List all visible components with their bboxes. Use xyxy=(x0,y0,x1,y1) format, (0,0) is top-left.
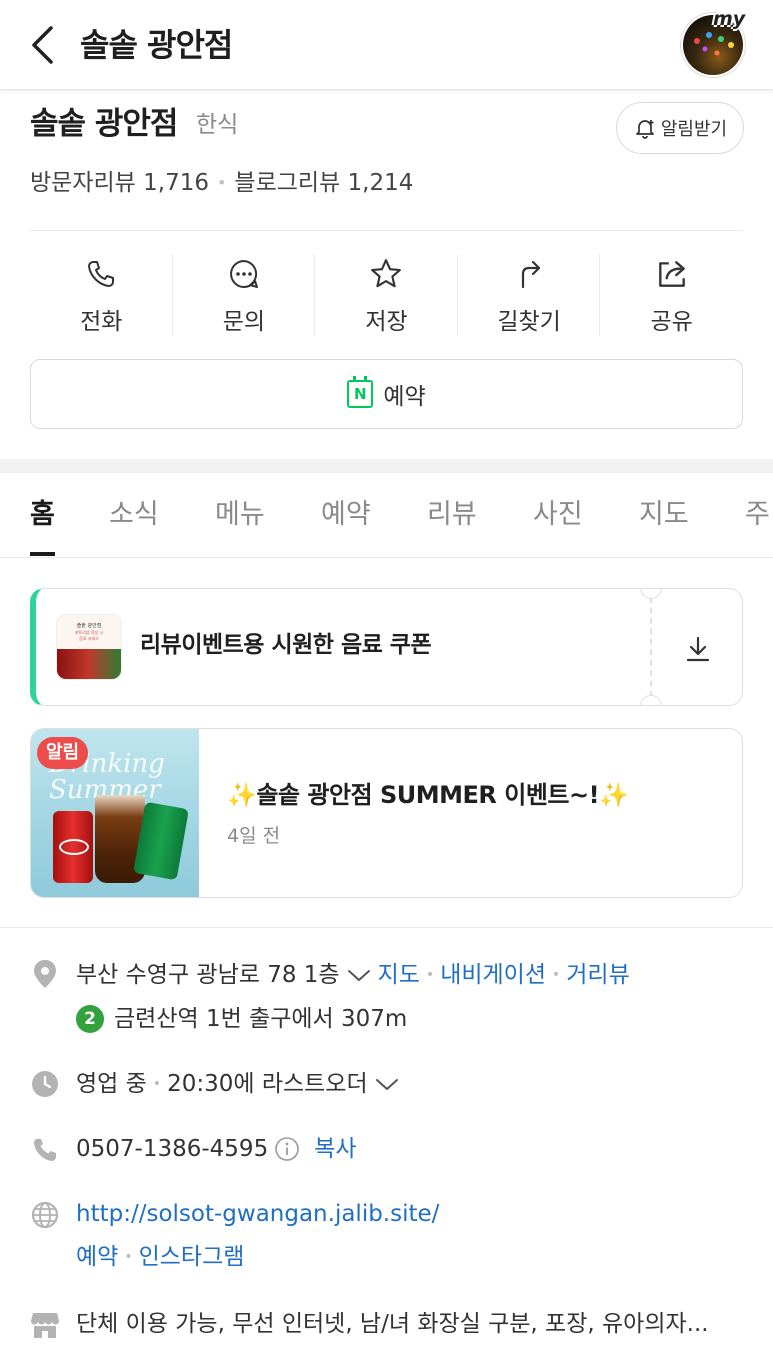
divider xyxy=(0,927,773,928)
section-separator xyxy=(0,459,773,473)
separator-dot: • xyxy=(216,173,227,192)
subway-text: 금련산역 1번 출구에서 307m xyxy=(114,1006,408,1032)
blog-review-link[interactable]: 블로그리뷰 1,214 xyxy=(234,166,413,200)
news-title: ✨솔솥 광안점 SUMMER 이벤트~!✨ xyxy=(227,781,629,809)
directions-icon xyxy=(509,254,549,294)
coupon-notch xyxy=(640,589,662,599)
news-time: 4일 전 xyxy=(227,825,281,847)
info-circle-icon[interactable] xyxy=(274,1136,300,1162)
location-pin-icon xyxy=(30,959,60,989)
directions-button[interactable]: 길찾기 xyxy=(458,248,601,340)
notice-badge: 알림 xyxy=(37,737,89,769)
inquiry-button[interactable]: 문의 xyxy=(173,248,316,340)
bell-plus-icon xyxy=(636,120,654,139)
chevron-down-icon[interactable] xyxy=(346,965,372,985)
hours-row[interactable]: 영업 중 • 20:30에 라스트오더 xyxy=(76,1066,400,1102)
active-tab-indicator xyxy=(30,552,55,556)
phone-icon xyxy=(81,254,121,294)
reservation-label: 예약 xyxy=(383,384,426,410)
store-icon xyxy=(30,1310,60,1340)
address-text: 부산 수영구 광남로 78 1층 xyxy=(76,962,340,988)
tab-reservation[interactable]: 예약 xyxy=(321,497,371,533)
alarm-button[interactable]: 알림받기 xyxy=(616,102,744,154)
globe-icon xyxy=(30,1200,60,1230)
share-icon xyxy=(652,254,692,294)
cola-can-illustration xyxy=(53,811,93,883)
coupon-notch xyxy=(640,695,662,705)
copy-phone-button[interactable]: 복사 xyxy=(314,1131,356,1167)
news-image: Drinking Summer 알림 xyxy=(31,729,199,897)
phone-row: 0507-1386-4595 복사 xyxy=(76,1131,357,1167)
coupon-download-button[interactable] xyxy=(676,627,720,671)
tab-news[interactable]: 소식 xyxy=(109,497,159,533)
tab-map[interactable]: 지도 xyxy=(639,497,689,533)
subway-row: 2 금련산역 1번 출구에서 307m xyxy=(76,1001,407,1037)
tab-menu[interactable]: 메뉴 xyxy=(215,497,265,533)
news-card[interactable]: Drinking Summer 알림 ✨솔솥 광안점 SUMMER 이벤트~!✨… xyxy=(30,728,743,898)
call-button[interactable]: 전화 xyxy=(30,248,173,340)
share-button[interactable]: 공유 xyxy=(600,248,743,340)
download-icon xyxy=(686,636,710,662)
place-name: 솔솥 광안점 xyxy=(30,106,178,142)
coupon-divider xyxy=(650,597,652,697)
star-icon xyxy=(366,254,406,294)
place-category: 한식 xyxy=(196,112,239,138)
hours-status: 영업 중 xyxy=(76,1071,147,1097)
instagram-link[interactable]: 인스타그램 xyxy=(139,1239,245,1275)
website-link[interactable]: http://solsot-gwangan.jalib.site/ xyxy=(76,1196,439,1232)
phone-icon xyxy=(30,1135,60,1165)
alarm-label: 알림받기 xyxy=(660,119,728,140)
amenities-text: 단체 이용 가능, 무선 인터넷, 남/녀 화장실 구분, 포장, 유아의자..… xyxy=(76,1311,709,1337)
amenities-row[interactable]: 단체 이용 가능, 무선 인터넷, 남/녀 화장실 구분, 포장, 유아의자..… xyxy=(76,1306,746,1342)
tab-home[interactable]: 홈 xyxy=(30,497,55,533)
map-link[interactable]: 지도 xyxy=(378,957,420,993)
tab-bar: 홈 소식 메뉴 예약 리뷰 사진 지도 주 xyxy=(0,473,773,558)
action-bar: 전화 문의 저장 길찾기 공유 xyxy=(30,248,743,340)
hours-detail: 20:30에 라스트오더 xyxy=(167,1071,368,1097)
navigation-link[interactable]: 내비게이션 xyxy=(440,957,546,993)
tab-review[interactable]: 리뷰 xyxy=(427,497,477,533)
review-summary: 방문자리뷰 1,716 • 블로그리뷰 1,214 xyxy=(30,166,413,200)
coupon-card[interactable]: 솔솥 광안점 포토리뷰 작성 시 음료 서비스 리뷰이벤트용 시원한 음료 쿠폰 xyxy=(30,588,743,706)
phone-number[interactable]: 0507-1386-4595 xyxy=(76,1131,268,1167)
top-navigation-bar: 솔솥 광안점 my xyxy=(0,0,773,90)
website-sub-links: 예약 • 인스타그램 xyxy=(76,1239,244,1275)
subway-line-badge: 2 xyxy=(76,1005,104,1033)
divider xyxy=(30,230,743,231)
street-view-link[interactable]: 거리뷰 xyxy=(566,957,629,993)
reservation-button[interactable]: N 예약 xyxy=(30,359,743,429)
save-button[interactable]: 저장 xyxy=(315,248,458,340)
tab-photo[interactable]: 사진 xyxy=(533,497,583,533)
coupon-thumb-title: 솔솥 광안점 xyxy=(76,622,102,629)
chevron-left-icon xyxy=(32,26,53,64)
visitor-review-link[interactable]: 방문자리뷰 1,716 xyxy=(30,166,209,200)
tab-more[interactable]: 주 xyxy=(745,497,770,533)
coupon-title: 리뷰이벤트용 시원한 음료 쿠폰 xyxy=(140,632,432,658)
naver-reservation-icon: N xyxy=(347,376,374,408)
chevron-down-icon[interactable] xyxy=(374,1074,400,1094)
back-button[interactable] xyxy=(22,22,62,68)
coupon-thumbnail: 솔솥 광안점 포토리뷰 작성 시 음료 서비스 xyxy=(56,614,122,680)
profile-my-badge: my xyxy=(713,8,746,30)
address-row: 부산 수영구 광남로 78 1층 지도 • 내비게이션 • 거리뷰 xyxy=(76,957,630,993)
topbar-title: 솔솥 광안점 xyxy=(80,26,233,64)
clock-icon xyxy=(30,1069,60,1099)
website-row: http://solsot-gwangan.jalib.site/ xyxy=(76,1196,439,1232)
reservation-link[interactable]: 예약 xyxy=(76,1239,118,1275)
chat-icon xyxy=(224,254,264,294)
coupon-thumb-sub2: 음료 서비스 xyxy=(79,635,99,641)
